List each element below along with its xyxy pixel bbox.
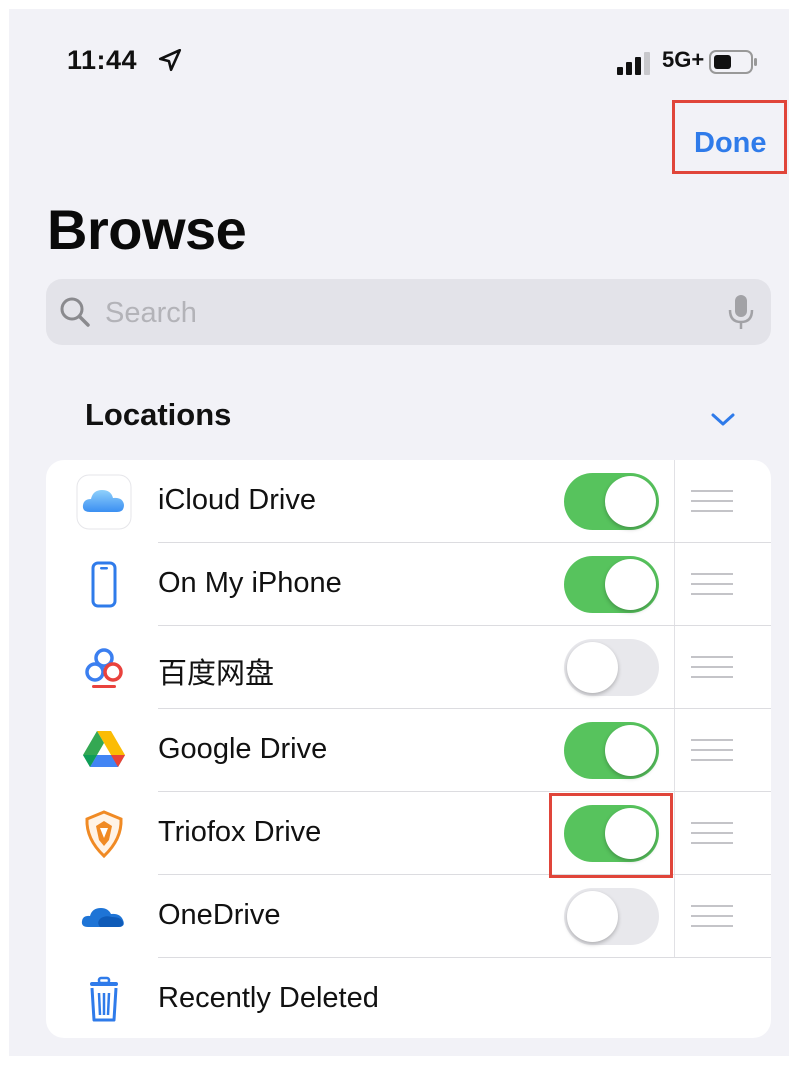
reorder-handle-icon[interactable] [691, 822, 733, 846]
location-arrow-icon [158, 48, 182, 72]
google-drive-icon [76, 723, 132, 779]
battery-icon [709, 50, 757, 74]
icloud-drive-toggle[interactable] [564, 473, 659, 530]
baidu-netdisk-toggle[interactable] [564, 639, 659, 696]
location-label: Recently Deleted [158, 982, 379, 1014]
toggle-knob [605, 725, 656, 776]
files-browse-screen: 11:44 5G+ Done Browse Locations [9, 9, 789, 1056]
location-label: Triofox Drive [158, 816, 322, 848]
location-row-icloud-drive[interactable]: iCloud Drive [46, 460, 771, 543]
location-label: Google Drive [158, 733, 328, 765]
onedrive-icon [76, 889, 132, 945]
search-icon [60, 297, 90, 327]
locations-list: iCloud Drive On My iPhone 百度网盘 Google Dr… [46, 460, 771, 1038]
trash-icon [76, 972, 132, 1028]
location-row-onedrive[interactable]: OneDrive [46, 875, 771, 958]
status-time: 11:44 [67, 45, 138, 75]
triofox-toggle-highlight-box [549, 793, 673, 878]
search-bar[interactable] [46, 279, 771, 345]
reorder-handle-icon[interactable] [691, 573, 733, 597]
chevron-down-icon[interactable] [709, 411, 737, 429]
baidu-netdisk-icon [76, 640, 132, 696]
reorder-handle-icon[interactable] [691, 656, 733, 680]
location-row-baidu-netdisk[interactable]: 百度网盘 [46, 626, 771, 709]
on-my-iphone-toggle[interactable] [564, 556, 659, 613]
locations-section-header: Locations [85, 397, 232, 432]
google-drive-toggle[interactable] [564, 722, 659, 779]
location-label: On My iPhone [158, 567, 342, 599]
column-divider [674, 543, 675, 626]
search-input[interactable] [103, 289, 707, 337]
toggle-knob [605, 559, 656, 610]
column-divider [674, 709, 675, 792]
location-label: 百度网盘 [158, 658, 275, 690]
toggle-knob [605, 476, 656, 527]
triofox-icon [76, 806, 132, 862]
location-label: iCloud Drive [158, 484, 316, 516]
iphone-icon [76, 557, 132, 613]
reorder-handle-icon[interactable] [691, 739, 733, 763]
reorder-handle-icon[interactable] [691, 490, 733, 514]
location-label: OneDrive [158, 899, 281, 931]
toggle-knob [567, 891, 618, 942]
page-title: Browse [47, 198, 247, 261]
done-highlight-box [672, 100, 787, 174]
toggle-knob [567, 642, 618, 693]
reorder-handle-icon[interactable] [691, 905, 733, 929]
network-type-label: 5G+ [662, 47, 705, 72]
microphone-icon[interactable] [726, 293, 756, 331]
location-row-recently-deleted[interactable]: Recently Deleted [46, 958, 771, 1038]
column-divider [674, 875, 675, 958]
location-row-on-my-iphone[interactable]: On My iPhone [46, 543, 771, 626]
cellular-signal-icon [617, 52, 650, 75]
column-divider [674, 792, 675, 875]
column-divider [674, 626, 675, 709]
column-divider [674, 460, 675, 543]
icloud-icon [76, 474, 132, 530]
onedrive-toggle[interactable] [564, 888, 659, 945]
location-row-google-drive[interactable]: Google Drive [46, 709, 771, 792]
